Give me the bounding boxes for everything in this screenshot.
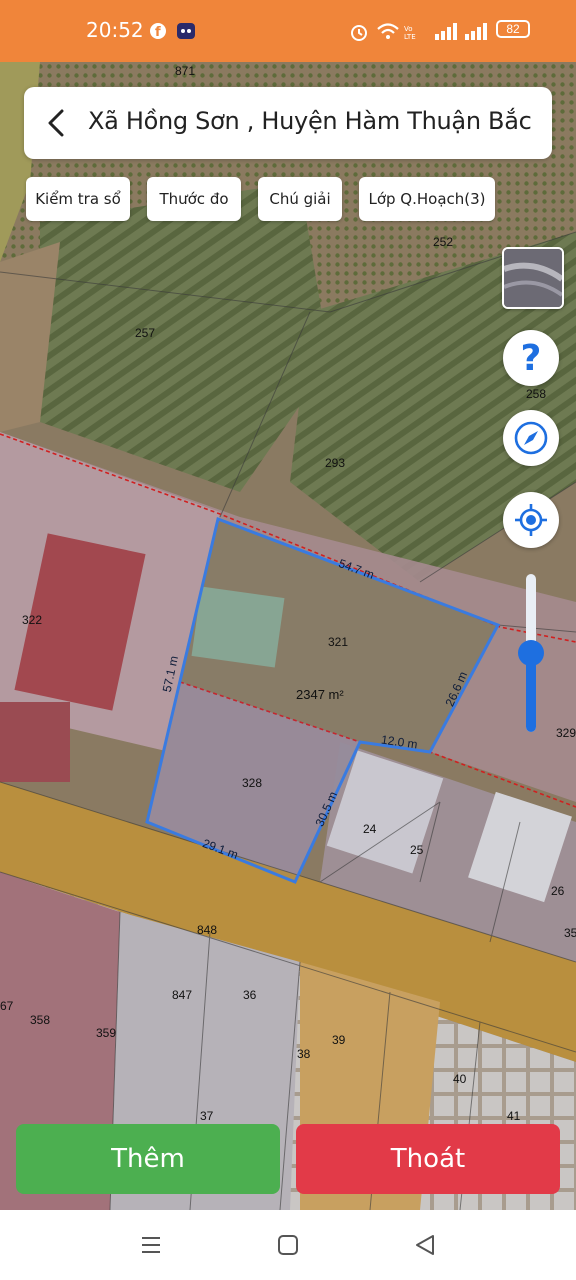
parcel-number: 848 — [197, 923, 218, 937]
parcel-number: 293 — [325, 456, 346, 470]
parcel-number: 322 — [22, 613, 43, 627]
check-certificate-button[interactable]: Kiểm tra sổ — [26, 177, 130, 221]
my-location-button[interactable] — [503, 492, 559, 548]
parcel-number: 38 — [297, 1047, 311, 1061]
planning-layer-button[interactable]: Lớp Q.Hoạch(3) — [359, 177, 495, 221]
parcel-number: 24 — [363, 822, 377, 836]
parcel-number: 258 — [526, 387, 547, 401]
parcel-number: 328 — [242, 776, 263, 790]
facebook-icon: f — [149, 22, 167, 45]
wifi-icon — [376, 22, 400, 45]
parcel-number: 26 — [551, 884, 565, 898]
parcel-number: 321 — [328, 635, 349, 649]
parcel-number: 871 — [175, 64, 196, 78]
location-header: Xã Hồng Sơn , Huyện Hàm Thuận Bắc — [24, 87, 552, 159]
volte-icon: Vo LTE — [404, 24, 428, 45]
help-icon: ? — [520, 337, 542, 379]
compass-button[interactable] — [503, 410, 559, 466]
parcel-number: 252 — [433, 235, 454, 249]
parcel-number: 37 — [200, 1109, 214, 1123]
home-square-icon — [278, 1235, 298, 1255]
signal-icon — [434, 22, 460, 45]
parcel-number: 40 — [453, 1072, 467, 1086]
compass-icon — [514, 421, 548, 455]
parcel-number: 257 — [135, 326, 156, 340]
alarm-icon — [349, 22, 369, 47]
add-button[interactable]: Thêm — [16, 1124, 280, 1194]
exit-button[interactable]: Thoát — [296, 1124, 560, 1194]
menu-icon — [142, 1237, 160, 1253]
zoom-slider-handle[interactable] — [518, 640, 544, 666]
back-button[interactable] — [40, 105, 76, 141]
parcel-number: 358 — [30, 1013, 51, 1027]
area-label: 2347 m² — [296, 687, 344, 702]
home-nav-button[interactable] — [277, 1234, 299, 1261]
map-layer-toggle[interactable] — [502, 247, 564, 309]
svg-text:Vo: Vo — [404, 25, 413, 33]
legend-button[interactable]: Chú giải — [258, 177, 342, 221]
parcel-number: 847 — [172, 988, 193, 1002]
parcel-number: 67 — [0, 999, 14, 1013]
triangle-back-icon — [416, 1235, 434, 1255]
satellite-thumbnail-icon — [504, 249, 562, 307]
satellite-imagery — [0, 62, 576, 1210]
locate-icon — [515, 504, 547, 536]
help-button[interactable]: ? — [503, 330, 559, 386]
status-bar: 20:52 f Vo LTE 82 — [0, 0, 576, 62]
parcel-number: 41 — [507, 1109, 521, 1123]
map-view[interactable]: 871 252 257 258 293 322 321 329 328 24 2… — [0, 62, 576, 1210]
system-nav-bar — [0, 1210, 576, 1280]
svg-text:LTE: LTE — [404, 33, 416, 40]
parcel-number: 329 — [556, 726, 576, 740]
messenger-icon — [176, 22, 196, 45]
back-nav-button[interactable] — [414, 1234, 436, 1261]
ruler-button[interactable]: Thước đo — [147, 177, 241, 221]
signal-icon-2 — [464, 22, 490, 45]
battery-indicator: 82 — [496, 20, 530, 38]
menu-nav-button[interactable] — [140, 1234, 162, 1261]
location-title: Xã Hồng Sơn , Huyện Hàm Thuận Bắc — [88, 107, 532, 135]
parcel-number: 359 — [96, 1026, 117, 1040]
parcel-number: 39 — [332, 1033, 346, 1047]
parcel-number: 35 — [564, 926, 576, 940]
svg-text:f: f — [155, 25, 161, 40]
parcel-number: 25 — [410, 843, 424, 857]
status-time: 20:52 — [86, 18, 144, 42]
chevron-left-icon — [48, 109, 64, 137]
parcel-number: 36 — [243, 988, 257, 1002]
